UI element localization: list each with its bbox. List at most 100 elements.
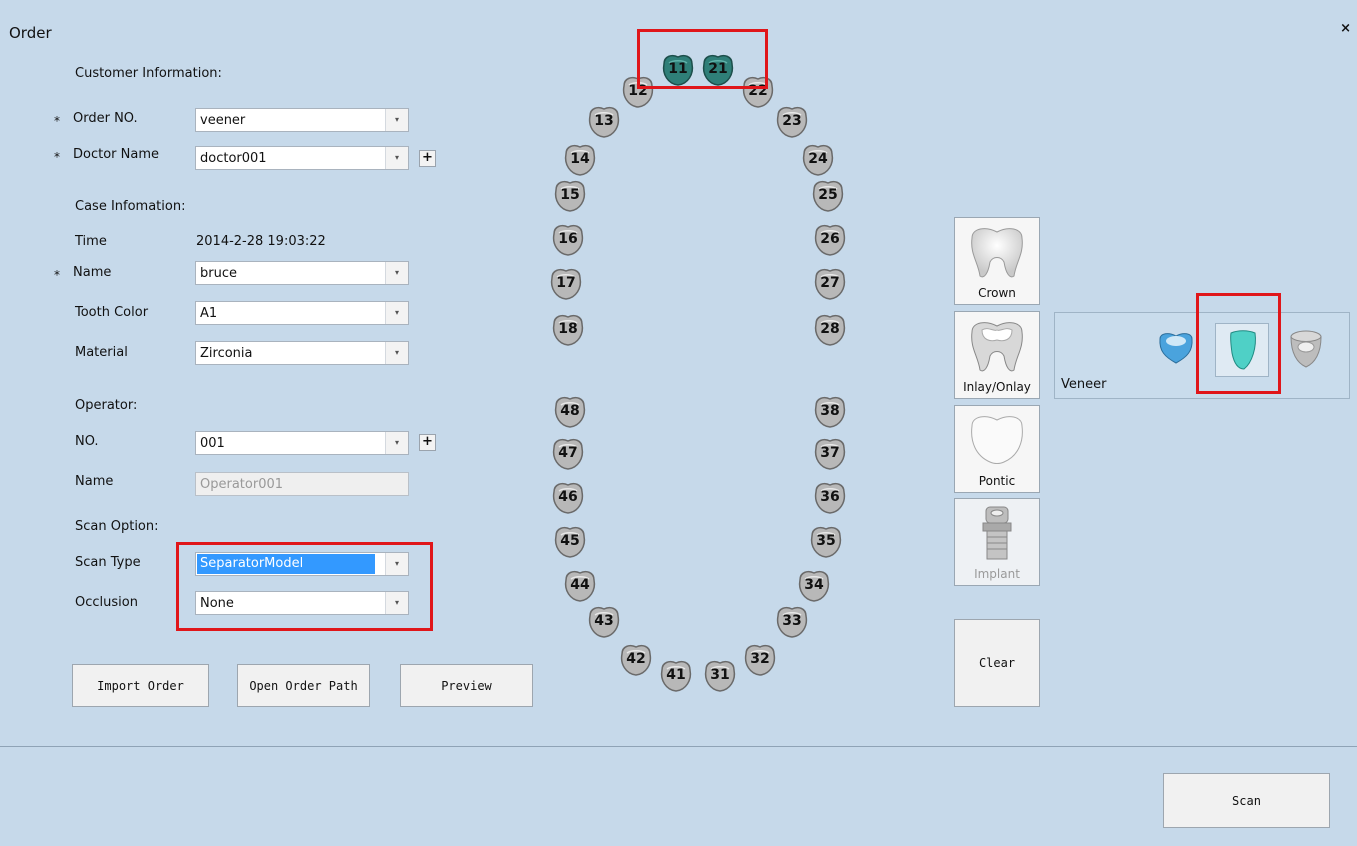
tooth-color-combo[interactable]: A1 ▾ <box>195 301 409 325</box>
veneer-label: Veneer <box>1061 377 1107 392</box>
tooth-28[interactable]: 28 <box>812 312 848 348</box>
clear-button[interactable]: Clear <box>954 619 1040 707</box>
tooth-31[interactable]: 31 <box>702 658 738 694</box>
veneer-highlight <box>1196 293 1281 394</box>
tooth-13[interactable]: 13 <box>586 104 622 140</box>
inlay-onlay-label: Inlay/Onlay <box>963 380 1031 394</box>
order-no-combo[interactable]: veener ▾ <box>195 108 409 132</box>
doctor-name-combo[interactable]: doctor001 ▾ <box>195 146 409 170</box>
tooth-number: 46 <box>558 489 578 505</box>
required-mark: * <box>54 114 60 128</box>
order-no-label: Order NO. <box>73 111 138 126</box>
chevron-down-icon[interactable]: ▾ <box>385 432 408 454</box>
operator-name-value: Operator001 <box>200 477 284 492</box>
pontic-icon <box>971 416 1023 464</box>
operator-no-combo[interactable]: 001 ▾ <box>195 431 409 455</box>
tooth-48[interactable]: 48 <box>552 394 588 430</box>
case-name-combo[interactable]: bruce ▾ <box>195 261 409 285</box>
material-label: Material <box>75 345 128 360</box>
add-operator-button[interactable]: + <box>419 434 436 451</box>
tooth-number: 37 <box>820 445 840 461</box>
chevron-down-icon[interactable]: ▾ <box>385 302 408 324</box>
open-order-path-button[interactable]: Open Order Path <box>237 664 370 707</box>
tooth-36[interactable]: 36 <box>812 480 848 516</box>
scan-option-heading: Scan Option: <box>75 519 159 534</box>
tooth-number: 14 <box>570 151 590 167</box>
tooth-number: 41 <box>666 667 686 683</box>
chevron-down-icon[interactable]: ▾ <box>385 342 408 364</box>
scan-button[interactable]: Scan <box>1163 773 1330 828</box>
close-icon[interactable]: × <box>1340 21 1351 36</box>
chevron-down-icon[interactable]: ▾ <box>385 262 408 284</box>
tooth-41[interactable]: 41 <box>658 658 694 694</box>
tooth-number: 25 <box>818 187 838 203</box>
gray-onlay-icon[interactable] <box>1287 329 1325 369</box>
blue-inlay-icon[interactable] <box>1157 331 1195 365</box>
tooth-15[interactable]: 15 <box>552 178 588 214</box>
tooth-number: 45 <box>560 533 580 549</box>
tooth-number: 17 <box>556 275 576 291</box>
tooth-number: 16 <box>558 231 578 247</box>
occlusion-label: Occlusion <box>75 595 138 610</box>
tooth-26[interactable]: 26 <box>812 222 848 258</box>
doctor-name-value: doctor001 <box>200 151 267 166</box>
footer-divider <box>0 746 1357 747</box>
inlay-onlay-icon <box>971 322 1023 372</box>
tooth-33[interactable]: 33 <box>774 604 810 640</box>
tooth-number: 47 <box>558 445 578 461</box>
inlay-onlay-button[interactable]: Inlay/Onlay <box>954 311 1040 399</box>
tooth-42[interactable]: 42 <box>618 642 654 678</box>
pontic-button[interactable]: Pontic <box>954 405 1040 493</box>
case-name-value: bruce <box>200 266 237 281</box>
material-value: Zirconia <box>200 346 253 361</box>
tooth-43[interactable]: 43 <box>586 604 622 640</box>
tooth-number: 13 <box>594 113 614 129</box>
preview-button[interactable]: Preview <box>400 664 533 707</box>
tooth-number: 15 <box>560 187 580 203</box>
crown-button[interactable]: Crown <box>954 217 1040 305</box>
tooth-37[interactable]: 37 <box>812 436 848 472</box>
tooth-color-label: Tooth Color <box>75 305 149 320</box>
tooth-27[interactable]: 27 <box>812 266 848 302</box>
material-combo[interactable]: Zirconia ▾ <box>195 341 409 365</box>
operator-name-label: Name <box>75 474 114 489</box>
tooth-18[interactable]: 18 <box>550 312 586 348</box>
selected-teeth-highlight <box>637 29 768 89</box>
tooth-17[interactable]: 17 <box>548 266 584 302</box>
implant-button[interactable]: Implant <box>954 498 1040 586</box>
order-no-value: veener <box>200 113 246 128</box>
tooth-23[interactable]: 23 <box>774 104 810 140</box>
chevron-down-icon[interactable]: ▾ <box>385 147 408 169</box>
tooth-45[interactable]: 45 <box>552 524 588 560</box>
tooth-46[interactable]: 46 <box>550 480 586 516</box>
import-order-button[interactable]: Import Order <box>72 664 209 707</box>
chevron-down-icon[interactable]: ▾ <box>385 109 408 131</box>
tooth-number: 27 <box>820 275 840 291</box>
tooth-number: 32 <box>750 651 770 667</box>
tooth-14[interactable]: 14 <box>562 142 598 178</box>
tooth-34[interactable]: 34 <box>796 568 832 604</box>
tooth-25[interactable]: 25 <box>810 178 846 214</box>
pontic-label: Pontic <box>978 474 1016 488</box>
required-mark: * <box>54 268 60 282</box>
tooth-32[interactable]: 32 <box>742 642 778 678</box>
tooth-16[interactable]: 16 <box>550 222 586 258</box>
tooth-number: 44 <box>570 577 590 593</box>
tooth-number: 43 <box>594 613 614 629</box>
tooth-24[interactable]: 24 <box>800 142 836 178</box>
tooth-number: 36 <box>820 489 840 505</box>
tooth-number: 34 <box>804 577 824 593</box>
tooth-number: 18 <box>558 321 578 337</box>
tooth-number: 42 <box>626 651 646 667</box>
tooth-number: 38 <box>820 403 840 419</box>
tooth-35[interactable]: 35 <box>808 524 844 560</box>
tooth-47[interactable]: 47 <box>550 436 586 472</box>
tooth-38[interactable]: 38 <box>812 394 848 430</box>
time-value: 2014-2-28 19:03:22 <box>196 234 326 249</box>
add-doctor-button[interactable]: + <box>419 150 436 167</box>
window-title: Order <box>9 24 52 42</box>
tooth-44[interactable]: 44 <box>562 568 598 604</box>
tooth-number: 35 <box>816 533 836 549</box>
tooth-color-value: A1 <box>200 306 218 321</box>
crown-icon <box>971 228 1023 278</box>
